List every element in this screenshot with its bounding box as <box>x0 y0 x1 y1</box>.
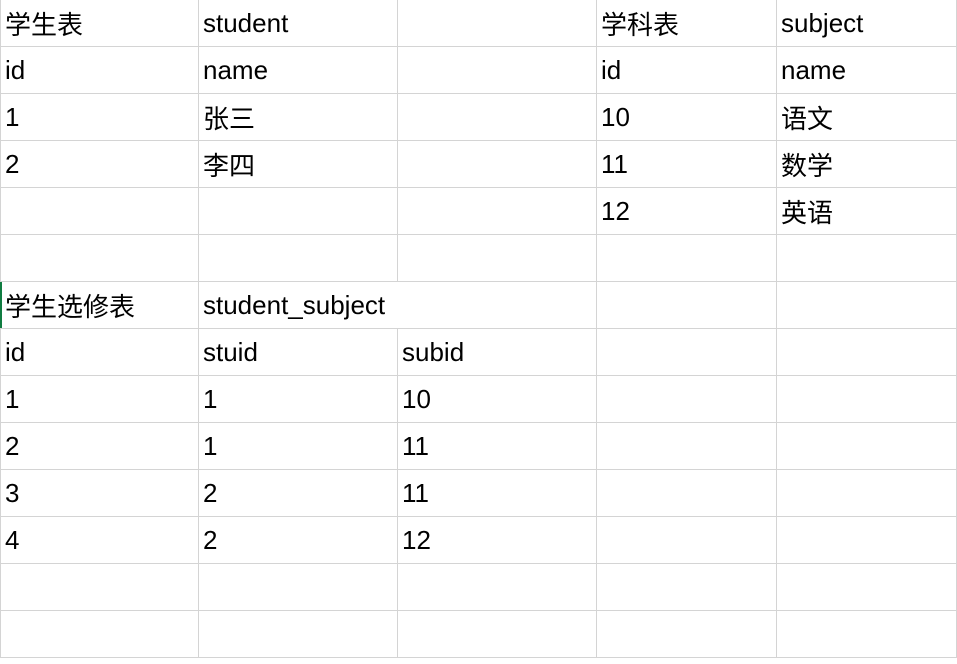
cell-empty[interactable] <box>777 329 957 376</box>
cell-empty[interactable] <box>398 235 597 282</box>
cell-ss-row4-stuid[interactable]: 2 <box>199 517 398 564</box>
cell-empty[interactable] <box>398 188 597 235</box>
cell-empty[interactable] <box>398 47 597 94</box>
cell-empty[interactable] <box>597 423 777 470</box>
cell-empty[interactable] <box>777 376 957 423</box>
cell-ss-row1-id[interactable]: 1 <box>0 376 199 423</box>
cell-empty[interactable] <box>597 329 777 376</box>
cell-empty[interactable] <box>398 611 597 658</box>
cell-student-row1-name[interactable]: 张三 <box>199 94 398 141</box>
cell-student-table-title-en[interactable]: student <box>199 0 398 47</box>
cell-subject-table-title-en[interactable]: subject <box>777 0 957 47</box>
cell-student-col-name[interactable]: name <box>199 47 398 94</box>
cell-subject-row3-name[interactable]: 英语 <box>777 188 957 235</box>
cell-subject-table-title-cn[interactable]: 学科表 <box>597 0 777 47</box>
cell-empty[interactable] <box>777 564 957 611</box>
cell-student-row2-id[interactable]: 2 <box>0 141 199 188</box>
cell-empty[interactable] <box>597 564 777 611</box>
cell-empty[interactable] <box>597 376 777 423</box>
cell-empty[interactable] <box>597 611 777 658</box>
cell-empty[interactable] <box>0 188 199 235</box>
cell-empty[interactable] <box>777 282 957 329</box>
cell-ss-row2-stuid[interactable]: 1 <box>199 423 398 470</box>
cell-ss-row1-subid[interactable]: 10 <box>398 376 597 423</box>
cell-ss-col-stuid[interactable]: stuid <box>199 329 398 376</box>
cell-ss-col-id[interactable]: id <box>0 329 199 376</box>
spreadsheet-grid: 学生表 student 学科表 subject id name id name … <box>0 0 957 658</box>
cell-ss-row2-subid[interactable]: 11 <box>398 423 597 470</box>
cell-ss-row4-id[interactable]: 4 <box>0 517 199 564</box>
cell-ss-col-subid[interactable]: subid <box>398 329 597 376</box>
cell-subject-row3-id[interactable]: 12 <box>597 188 777 235</box>
cell-student-row1-id[interactable]: 1 <box>0 94 199 141</box>
cell-ss-row4-subid[interactable]: 12 <box>398 517 597 564</box>
cell-empty[interactable] <box>0 611 199 658</box>
cell-empty[interactable] <box>398 0 597 47</box>
cell-empty[interactable] <box>597 235 777 282</box>
cell-empty[interactable] <box>199 564 398 611</box>
cell-student-table-title-cn[interactable]: 学生表 <box>0 0 199 47</box>
cell-empty[interactable] <box>199 235 398 282</box>
cell-subject-row2-name[interactable]: 数学 <box>777 141 957 188</box>
cell-empty[interactable] <box>0 564 199 611</box>
cell-empty[interactable] <box>777 423 957 470</box>
cell-student-subject-title-en[interactable]: student_subject <box>199 282 597 329</box>
cell-empty[interactable] <box>777 235 957 282</box>
cell-student-subject-title-cn[interactable]: 学生选修表 <box>0 282 199 329</box>
cell-ss-row3-id[interactable]: 3 <box>0 470 199 517</box>
cell-subject-row1-name[interactable]: 语文 <box>777 94 957 141</box>
cell-ss-row3-subid[interactable]: 11 <box>398 470 597 517</box>
cell-empty[interactable] <box>398 141 597 188</box>
cell-empty[interactable] <box>199 611 398 658</box>
cell-empty[interactable] <box>777 517 957 564</box>
cell-student-row2-name[interactable]: 李四 <box>199 141 398 188</box>
cell-ss-row1-stuid[interactable]: 1 <box>199 376 398 423</box>
cell-subject-row2-id[interactable]: 11 <box>597 141 777 188</box>
cell-empty[interactable] <box>597 470 777 517</box>
cell-empty[interactable] <box>597 282 777 329</box>
cell-student-col-id[interactable]: id <box>0 47 199 94</box>
cell-empty[interactable] <box>0 235 199 282</box>
cell-subject-row1-id[interactable]: 10 <box>597 94 777 141</box>
cell-subject-col-name[interactable]: name <box>777 47 957 94</box>
cell-ss-row3-stuid[interactable]: 2 <box>199 470 398 517</box>
cell-subject-col-id[interactable]: id <box>597 47 777 94</box>
cell-ss-row2-id[interactable]: 2 <box>0 423 199 470</box>
cell-empty[interactable] <box>597 517 777 564</box>
cell-empty[interactable] <box>777 470 957 517</box>
cell-empty[interactable] <box>398 564 597 611</box>
cell-empty[interactable] <box>199 188 398 235</box>
cell-empty[interactable] <box>777 611 957 658</box>
cell-empty[interactable] <box>398 94 597 141</box>
